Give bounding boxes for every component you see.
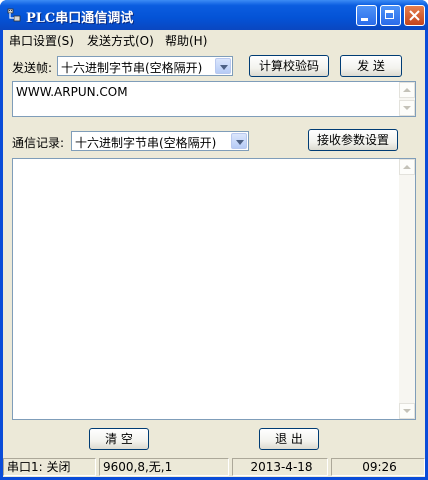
receive-format-value: 十六进制字节串(空格隔开)	[75, 136, 217, 150]
scroll-down-icon[interactable]	[399, 100, 415, 116]
send-frame-label: 发送帧:	[12, 61, 53, 75]
client-area: 串口设置(S) 发送方式(O) 帮助(H) 发送帧: 十六进制字节串(空格隔开)…	[3, 30, 425, 477]
menu-send-mode[interactable]: 发送方式(O)	[87, 32, 154, 49]
app-window: PLC串口通信调试 串口设置(S) 发送方式(O) 帮助(H) 发送帧: 十六进…	[0, 0, 428, 480]
send-scrollbar[interactable]	[399, 82, 415, 116]
receive-format-select[interactable]: 十六进制字节串(空格隔开)	[71, 131, 249, 151]
scroll-up-icon[interactable]	[399, 159, 415, 175]
exit-button[interactable]: 退 出	[259, 428, 319, 450]
send-input-text: WWW.ARPUN.COM	[16, 85, 128, 99]
status-params: 9600,8,无,1	[99, 458, 229, 476]
minimize-icon	[361, 18, 368, 21]
menu-port-settings[interactable]: 串口设置(S)	[9, 32, 74, 49]
minimize-button[interactable]	[356, 5, 377, 26]
window-title: PLC串口通信调试	[26, 11, 134, 26]
send-input[interactable]: WWW.ARPUN.COM	[12, 81, 416, 117]
status-date: 2013-4-18	[232, 458, 328, 476]
log-label: 通信记录:	[12, 136, 65, 150]
chevron-down-icon[interactable]	[215, 58, 231, 74]
menu-help[interactable]: 帮助(H)	[165, 32, 207, 49]
send-format-select[interactable]: 十六进制字节串(空格隔开)	[57, 56, 233, 76]
scroll-down-icon[interactable]	[399, 403, 415, 419]
clear-button[interactable]: 清 空	[89, 428, 149, 450]
menu-bar: 串口设置(S) 发送方式(O) 帮助(H)	[3, 30, 425, 49]
close-icon	[409, 10, 420, 21]
close-button[interactable]	[404, 5, 425, 26]
status-port: 串口1: 关闭	[3, 458, 96, 476]
title-bar[interactable]: PLC串口通信调试	[0, 0, 428, 30]
serial-port-icon[interactable]	[6, 7, 22, 23]
send-button[interactable]: 发 送	[340, 55, 402, 77]
scroll-up-icon[interactable]	[399, 82, 415, 98]
maximize-button[interactable]	[380, 5, 401, 26]
receive-settings-button[interactable]: 接收参数设置	[308, 129, 398, 151]
status-bar: 串口1: 关闭 9600,8,无,1 2013-4-18 09:26	[3, 456, 425, 477]
log-textarea[interactable]	[12, 158, 416, 420]
log-scrollbar[interactable]	[399, 159, 415, 419]
status-time: 09:26	[331, 458, 425, 476]
maximize-icon	[385, 10, 394, 19]
chevron-down-icon[interactable]	[231, 133, 247, 149]
send-format-value: 十六进制字节串(空格隔开)	[61, 61, 203, 75]
calc-checksum-button[interactable]: 计算校验码	[249, 55, 329, 77]
